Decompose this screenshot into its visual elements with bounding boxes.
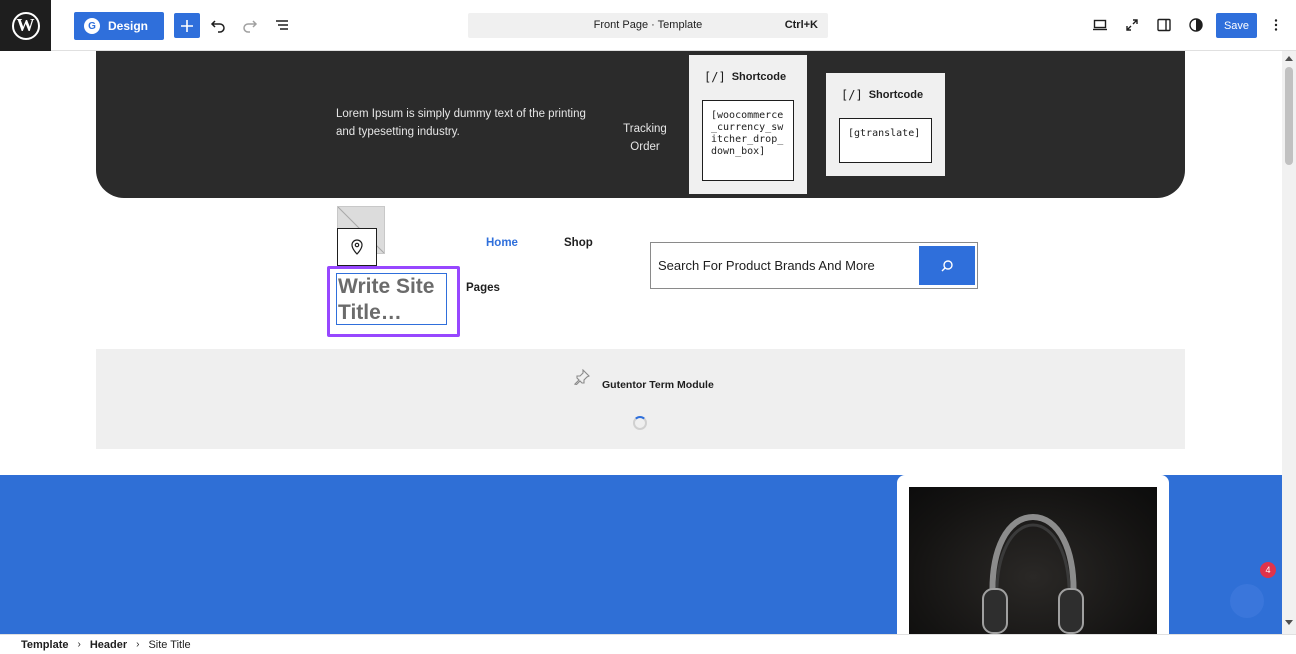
breadcrumb-template[interactable]: Template — [21, 639, 68, 651]
header-tagline[interactable]: Lorem Ipsum is simply dummy text of the … — [336, 105, 596, 141]
search-button[interactable] — [919, 246, 975, 285]
headphones-image[interactable] — [909, 487, 1157, 634]
redo-icon — [243, 20, 258, 33]
search-input[interactable]: Search For Product Brands And More — [658, 258, 875, 273]
pushpin-icon — [574, 369, 590, 385]
document-title: Front Page · Template — [593, 19, 703, 31]
shortcode-label: Shortcode — [731, 71, 787, 83]
shortcode-icon: [/] — [704, 70, 726, 84]
wordpress-icon: W — [11, 11, 40, 40]
tracking-order-link[interactable]: Tracking Order — [616, 120, 674, 156]
design-button-label: Design — [108, 19, 149, 33]
editor-canvas[interactable]: Lorem Ipsum is simply dummy text of the … — [0, 51, 1282, 634]
shortcode-block-currency[interactable]: [/] Shortcode [woocommerce_currency_swit… — [689, 55, 807, 194]
add-block-button[interactable] — [174, 13, 200, 38]
nav-item-shop[interactable]: Shop — [564, 237, 593, 249]
settings-sidebar-button[interactable] — [1152, 13, 1176, 37]
nav-item-home[interactable]: Home — [486, 237, 518, 249]
breadcrumb-header[interactable]: Header — [90, 639, 127, 651]
product-search-block[interactable]: Search For Product Brands And More — [650, 242, 978, 289]
search-icon — [941, 259, 953, 271]
sidebar-icon — [1157, 18, 1171, 32]
more-vertical-icon — [1274, 19, 1278, 31]
notification-badge[interactable]: 4 — [1260, 562, 1276, 578]
nav-item-pages[interactable]: Pages — [466, 282, 500, 294]
save-button[interactable]: Save — [1216, 13, 1257, 38]
term-module-block[interactable]: Gutentor Term Module — [96, 349, 1185, 449]
contrast-icon — [1189, 18, 1203, 32]
headphones-icon — [982, 513, 1084, 634]
scroll-down-icon[interactable] — [1284, 619, 1294, 627]
gutentor-icon: G — [84, 18, 100, 34]
wordpress-logo-button[interactable]: W — [0, 0, 51, 51]
shortcode-textarea[interactable]: [gtranslate] — [839, 118, 932, 163]
chat-widget-button[interactable] — [1230, 584, 1264, 618]
laptop-icon — [1093, 19, 1107, 31]
shortcode-block-gtranslate[interactable]: [/] Shortcode [gtranslate] — [826, 73, 945, 176]
design-button[interactable]: G Design — [74, 12, 164, 40]
fullscreen-button[interactable] — [1120, 13, 1144, 37]
list-view-icon — [276, 20, 288, 30]
scroll-up-icon[interactable] — [1284, 54, 1294, 62]
shortcode-block-header: [/] Shortcode — [841, 88, 923, 102]
undo-icon — [210, 20, 225, 33]
location-block[interactable] — [337, 228, 377, 266]
undo-button[interactable] — [206, 13, 230, 37]
styles-button[interactable] — [1184, 13, 1208, 37]
expand-icon — [1126, 19, 1138, 31]
device-preview-button[interactable] — [1088, 13, 1112, 37]
redo-button[interactable] — [238, 13, 262, 37]
breadcrumb-separator: › — [136, 639, 140, 650]
canvas-scrollbar[interactable] — [1282, 51, 1296, 634]
breadcrumb-separator: › — [77, 639, 81, 650]
shortcode-block-header: [/] Shortcode — [704, 70, 786, 84]
shortcode-icon: [/] — [841, 88, 863, 102]
term-module-label: Gutentor Term Module — [602, 379, 714, 391]
options-button[interactable] — [1264, 13, 1288, 37]
location-pin-icon — [351, 239, 363, 255]
site-title-block[interactable]: Write Site Title… — [336, 273, 447, 325]
shortcode-textarea[interactable]: [woocommerce_currency_switcher_drop_down… — [702, 100, 794, 181]
block-breadcrumb: Template › Header › Site Title — [0, 634, 1296, 654]
command-shortcut: Ctrl+K — [784, 19, 818, 31]
top-header-band[interactable]: Lorem Ipsum is simply dummy text of the … — [96, 51, 1185, 198]
scrollbar-thumb[interactable] — [1285, 67, 1293, 165]
shortcode-label: Shortcode — [868, 89, 924, 101]
editor-topbar: W G Design Front Page · Template Ctrl+K … — [0, 0, 1296, 51]
command-palette-bar[interactable]: Front Page · Template Ctrl+K — [468, 13, 828, 38]
loading-spinner-icon — [633, 416, 647, 430]
plus-icon — [181, 19, 193, 32]
breadcrumb-site-title: Site Title — [148, 638, 191, 651]
list-view-button[interactable] — [270, 13, 294, 37]
